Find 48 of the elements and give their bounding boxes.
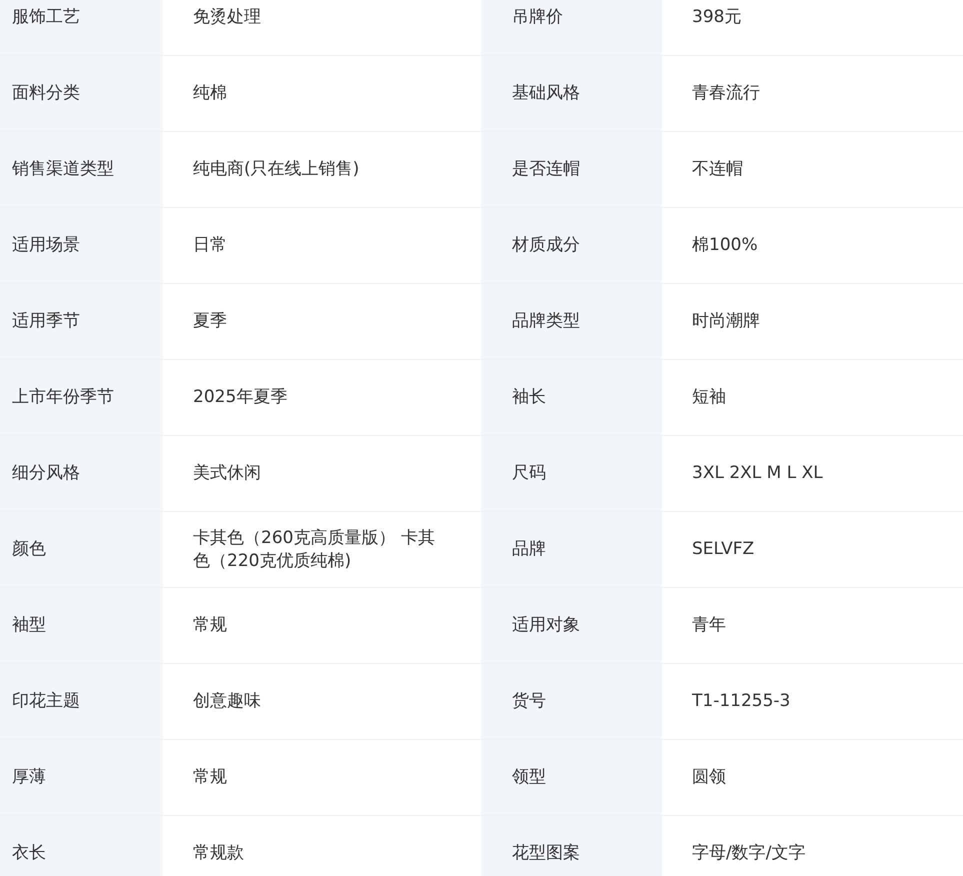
attribute-label: 袖长	[512, 386, 546, 409]
attribute-value: 创意趣味	[193, 690, 261, 713]
attribute-label: 花型图案	[512, 842, 580, 865]
attribute-value: 不连帽	[692, 158, 743, 181]
attribute-label: 品牌	[512, 538, 546, 561]
attribute-label: 销售渠道类型	[12, 158, 114, 181]
attribute-value: 青年	[692, 614, 726, 637]
attribute-label: 品牌类型	[512, 310, 580, 333]
attribute-label: 袖型	[12, 614, 46, 637]
attribute-value: 纯棉	[193, 82, 227, 105]
attribute-label: 适用对象	[512, 614, 580, 637]
attribute-label: 面料分类	[12, 82, 80, 105]
attribute-label: 适用季节	[12, 310, 80, 333]
attribute-label: 基础风格	[512, 82, 580, 105]
attribute-label: 是否连帽	[512, 158, 580, 181]
attribute-value: 日常	[193, 234, 227, 257]
attribute-label: 材质成分	[512, 234, 580, 257]
attribute-label: 上市年份季节	[12, 386, 114, 409]
attribute-value: 常规	[193, 766, 227, 789]
attribute-value: 398元	[692, 6, 742, 29]
attribute-value: 青春流行	[692, 82, 760, 105]
attribute-label: 衣长	[12, 842, 46, 865]
attribute-value: 时尚潮牌	[692, 310, 760, 333]
attribute-value: 圆领	[692, 766, 726, 789]
attribute-value: 卡其色（260克高质量版） 卡其色（220克优质纯棉)	[193, 526, 436, 572]
attribute-value: 2025年夏季	[193, 386, 288, 409]
attribute-value: 3XL 2XL M L XL	[692, 462, 823, 485]
attribute-label: 印花主题	[12, 690, 80, 713]
attribute-label: 吊牌价	[512, 6, 563, 29]
attribute-value: 美式休闲	[193, 462, 261, 485]
attribute-value: 短袖	[692, 386, 726, 409]
attribute-value: 棉100%	[692, 234, 758, 257]
attribute-value: 常规款	[193, 842, 244, 865]
attribute-value: 免烫处理	[193, 6, 261, 29]
attribute-value: 夏季	[193, 310, 227, 333]
attribute-label: 尺码	[512, 462, 546, 485]
attribute-value: T1-11255-3	[692, 690, 790, 713]
attribute-label: 适用场景	[12, 234, 80, 257]
attribute-label: 货号	[512, 690, 546, 713]
attribute-value: 纯电商(只在线上销售)	[193, 158, 360, 181]
attribute-label: 服饰工艺	[12, 6, 80, 29]
attribute-value: SELVFZ	[692, 538, 754, 561]
attribute-label: 厚薄	[12, 766, 46, 789]
attribute-label: 细分风格	[12, 462, 80, 485]
attribute-value: 常规	[193, 614, 227, 637]
attribute-label: 颜色	[12, 538, 46, 561]
attribute-value: 字母/数字/文字	[692, 842, 806, 865]
attribute-label: 领型	[512, 766, 546, 789]
